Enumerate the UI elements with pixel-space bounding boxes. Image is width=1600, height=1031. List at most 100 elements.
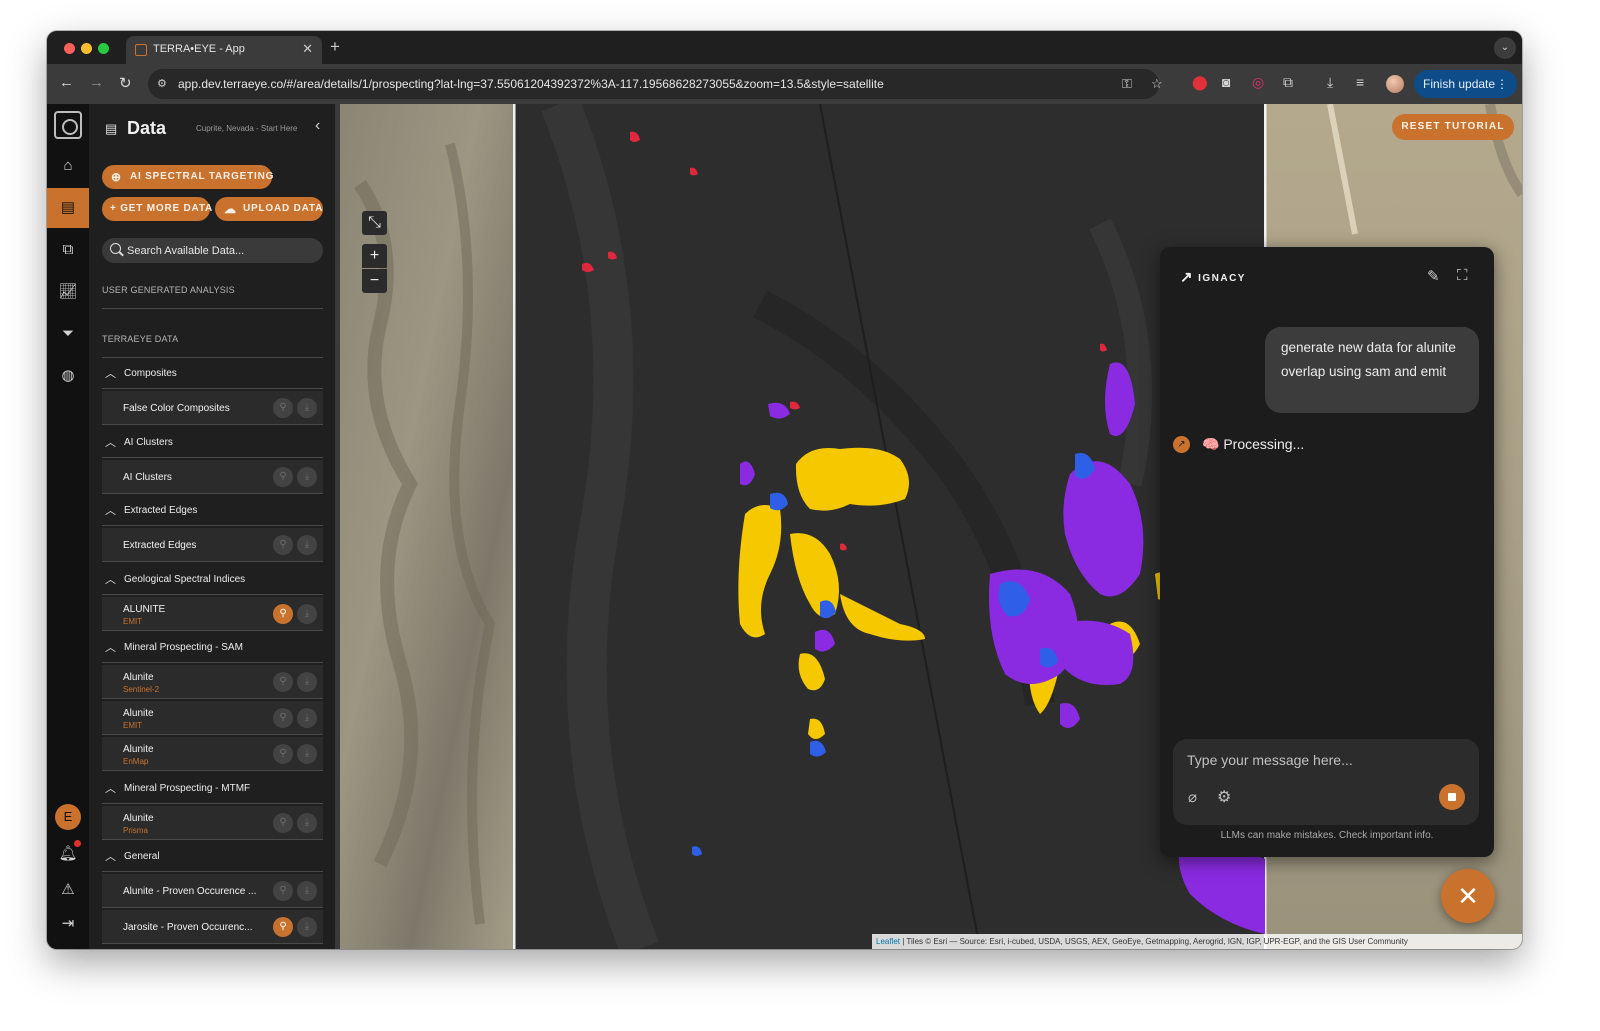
analyze-layer-icon[interactable]: ⚲ [273,881,293,901]
close-window-button[interactable] [64,43,75,54]
analyze-layer-icon[interactable]: ⚲ [273,467,293,487]
analyze-layer-icon[interactable]: ⚲ [273,535,293,555]
site-settings-icon[interactable]: ⚙ [157,77,171,91]
collapse-panel-icon[interactable]: ‹ [315,117,320,135]
home-icon[interactable]: ⌂ [47,146,89,186]
group-ai-clusters[interactable]: ︿ AI Clusters [102,427,323,458]
attach-paperclip-icon[interactable]: ⌀ [1188,788,1197,806]
close-tab-icon[interactable]: ✕ [302,41,313,57]
settings-gear-icon[interactable]: ⚙ [1217,787,1231,807]
data-archive-icon[interactable]: ▤ [47,188,89,228]
group-general[interactable]: ︿ General [102,841,323,872]
search-data-box[interactable] [102,238,323,263]
download-layer-icon[interactable]: ⤓ [297,672,317,692]
message-input[interactable] [1187,749,1457,771]
download-layer-icon[interactable]: ⤓ [297,467,317,487]
ignacy-arrow-icon: ↗ [1180,269,1195,286]
filter-icon[interactable]: ⏷ [47,314,89,354]
stop-generation-button[interactable] [1439,784,1465,810]
analyze-layer-icon[interactable]: ⚲ [273,708,293,728]
layer-name: Alunite [123,708,154,719]
forward-arrow-icon[interactable]: → [89,74,104,91]
leaflet-link[interactable]: Leaflet [876,937,900,946]
group-label: Geological Spectral Indices [124,574,246,585]
layer-row[interactable]: Jarosite - Proven Occurenc... ⚲ ⤓ [102,910,323,944]
minimize-window-button[interactable] [81,43,92,54]
download-layer-icon[interactable]: ⤓ [297,398,317,418]
address-bar[interactable]: ⚙ app.dev.terraeye.co/#/area/details/1/p… [148,69,1163,99]
analyze-layer-icon[interactable]: ⚲ [273,813,293,833]
search-input[interactable] [127,242,317,259]
layer-row[interactable]: False Color Composites ⚲ ⤓ [102,391,323,425]
media-controls-icon[interactable]: ≡ [1356,74,1364,90]
finish-update-button[interactable]: Finish update ⋮ [1414,70,1517,98]
layer-row[interactable]: Alunite - Proven Occurence ... ⚲ ⤓ [102,874,323,908]
bookmark-star-icon[interactable]: ☆ [1151,76,1163,92]
ai-spectral-targeting-button[interactable]: ⊕ AI SPECTRAL TARGETING [102,165,273,189]
reset-tutorial-button[interactable]: RESET TUTORIAL [1392,114,1514,140]
chevron-up-icon: ︿ [105,783,116,795]
tab-search-chevron-icon[interactable]: ⌄ [1494,37,1516,59]
analyze-layer-icon[interactable]: ⚲ [273,604,293,624]
profile-avatar[interactable] [1386,75,1404,93]
layer-name: ALUNITE [123,604,166,615]
logout-icon[interactable]: ⇥ [47,904,89,944]
zoom-out-button[interactable]: − [362,269,387,293]
chart-line-icon[interactable]: 📈︎ [47,272,89,312]
layer-row[interactable]: Alunite Sentinel-2 ⚲ ⤓ [102,665,323,699]
zoom-in-button[interactable]: + [362,244,387,268]
group-mineral-prospecting-sam[interactable]: ︿ Mineral Prospecting - SAM [102,632,323,663]
camera-extension-icon[interactable]: ◙ [1222,74,1230,90]
reload-icon[interactable]: ↻ [119,74,132,92]
layer-row[interactable]: Extracted Edges ⚲ ⤓ [102,528,323,562]
analyze-layer-icon[interactable]: ⚲ [273,672,293,692]
layers-copy-icon[interactable]: ⧉ [47,230,89,270]
download-layer-icon[interactable]: ⤓ [297,881,317,901]
layer-row[interactable]: AI Clusters ⚲ ⤓ [102,460,323,494]
layer-name: False Color Composites [123,403,230,414]
cloud-upload-icon: ☁ [224,202,237,216]
maximize-window-button[interactable] [98,43,109,54]
layer-row[interactable]: Alunite EMIT ⚲ ⤓ [102,701,323,735]
analyze-layer-icon[interactable]: ⚲ [273,398,293,418]
download-layer-icon[interactable]: ⤓ [297,744,317,764]
extension-red-icon[interactable]: ⬤ [1192,74,1208,91]
password-key-icon[interactable]: ⚿ [1122,76,1132,92]
analyze-layer-icon[interactable]: ⚲ [273,917,293,937]
back-arrow-icon[interactable]: ← [59,74,74,91]
download-icon[interactable]: ⤓ [1327,74,1333,91]
group-extracted-edges[interactable]: ︿ Extracted Edges [102,495,323,526]
group-mineral-prospecting-mtmf[interactable]: ︿ Mineral Prospecting - MTMF [102,773,323,804]
group-composites[interactable]: ︿ Composites [102,358,323,389]
layer-row[interactable]: Alunite Prisma ⚲ ⤓ [102,806,323,840]
get-more-data-button[interactable]: + GET MORE DATA [102,197,212,221]
group-geological-spectral-indices[interactable]: ︿ Geological Spectral Indices [102,564,323,595]
fullscreen-toggle-icon[interactable]: ⤡ [362,211,387,235]
terraeye-logo-icon[interactable] [54,111,82,139]
globe-icon[interactable]: ◍ [47,356,89,396]
close-chat-fab[interactable]: ✕ [1441,869,1495,923]
upload-data-button[interactable]: ☁ UPLOAD DATA [215,197,323,221]
expand-chat-icon[interactable]: ⛶ [1457,267,1468,284]
browser-tab[interactable]: TERRA•EYE - App ✕ [126,36,322,64]
nav-rail: ⌂ ▤ ⧉ 📈︎ ⏷ ◍ E 🔔︎ ⚠ ⇥ [47,104,89,949]
browser-window: TERRA•EYE - App ✕ + ⌄ ← → ↻ ⚙ app.dev.te… [47,31,1522,949]
download-layer-icon[interactable]: ⤓ [297,813,317,833]
analyze-layer-icon[interactable]: ⚲ [273,744,293,764]
chevron-up-icon: ︿ [105,505,116,517]
layer-row[interactable]: ALUNITE EMIT ⚲ ⤓ [102,597,323,631]
extensions-puzzle-icon[interactable]: ⧉ [1283,74,1293,91]
instagram-extension-icon[interactable]: ◎ [1252,74,1264,91]
download-layer-icon[interactable]: ⤓ [297,604,317,624]
group-label: Extracted Edges [124,505,198,516]
user-avatar[interactable]: E [55,804,81,830]
new-tab-icon[interactable]: + [330,37,340,57]
new-chat-edit-icon[interactable]: ✎ [1427,267,1440,285]
crosshair-icon: ⊕ [111,170,122,184]
download-layer-icon[interactable]: ⤓ [297,535,317,555]
bell-icon[interactable]: 🔔︎ [47,834,89,874]
download-layer-icon[interactable]: ⤓ [297,708,317,728]
layer-row[interactable]: Alunite EnMap ⚲ ⤓ [102,737,323,771]
layer-name: Alunite [123,672,154,683]
download-layer-icon[interactable]: ⤓ [297,917,317,937]
